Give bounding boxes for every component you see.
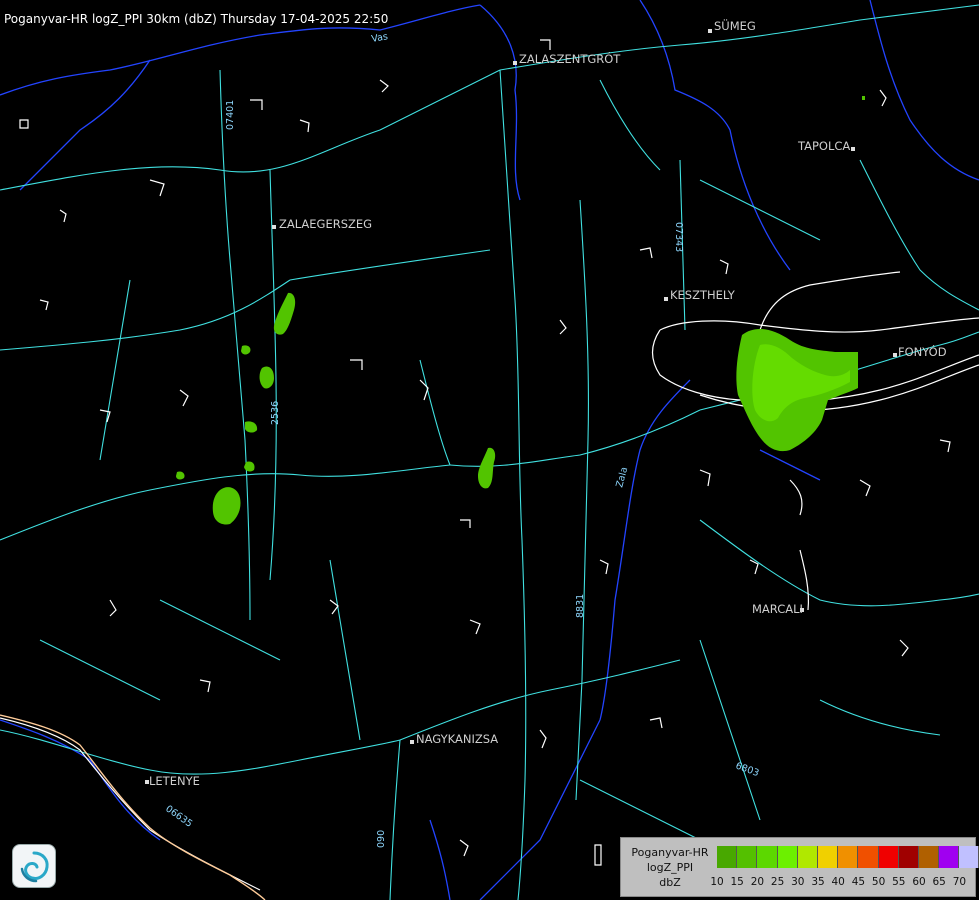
legend-unit: dbZ bbox=[659, 876, 681, 889]
road-label-06635: 06635 bbox=[163, 803, 194, 829]
road-label-8831: 8831 bbox=[575, 594, 586, 618]
city-label-sumeg: SÜMEG bbox=[714, 17, 756, 33]
echo-north-zalaegerszeg bbox=[273, 292, 296, 335]
legend-color-bar bbox=[717, 846, 979, 868]
echo-small-1 bbox=[259, 366, 274, 389]
echo-small-3 bbox=[245, 421, 258, 433]
legend-swatch bbox=[838, 846, 859, 868]
legend-swatch bbox=[878, 846, 899, 868]
legend-tick-label: 30 bbox=[791, 876, 805, 888]
legend-tick-label: 25 bbox=[770, 876, 785, 888]
legend-text: Poganyvar-HR logZ_PPI dbZ bbox=[625, 845, 715, 890]
echo-central bbox=[478, 447, 496, 489]
road-label-07401: 07401 bbox=[225, 100, 236, 130]
echo-small-5 bbox=[176, 471, 185, 480]
river-label-vas: Vas bbox=[371, 31, 389, 45]
city-label-marcali: MARCALI bbox=[752, 602, 803, 616]
legend-swatch bbox=[717, 846, 738, 868]
road-labels: Vas Zala 07343 07401 2536 8831 6803 0663… bbox=[163, 31, 760, 848]
legend-swatch bbox=[939, 846, 960, 868]
legend-tick-label: 50 bbox=[871, 876, 886, 888]
radar-map: SÜMEG ZALASZENTGRÓT TAPOLCA ZALAEGERSZEG… bbox=[0, 0, 979, 900]
legend-ticks: 10 15 20 25 30 35 40 45 50 55 60 65 70 bbox=[707, 876, 975, 890]
road-label-6803: 6803 bbox=[734, 760, 760, 779]
legend-tick-label: 20 bbox=[750, 876, 765, 888]
legend-tick-label: 65 bbox=[932, 876, 946, 888]
road-label-07343: 07343 bbox=[673, 222, 684, 252]
river-label-zala: Zala bbox=[614, 466, 630, 489]
legend-tick-label: 15 bbox=[730, 876, 744, 888]
map-title: Poganyvar-HR logZ_PPI 30km (dbZ) Thursda… bbox=[4, 12, 389, 26]
legend-swatch bbox=[757, 846, 778, 868]
legend-swatch bbox=[858, 846, 879, 868]
echo-southwest bbox=[212, 487, 241, 525]
road-label-090: 090 bbox=[376, 830, 387, 848]
legend-tick-label: 40 bbox=[831, 876, 845, 888]
city-label-letenye: LETENYE bbox=[149, 774, 200, 788]
city-label-tapolca: TAPOLCA bbox=[797, 139, 850, 153]
legend-tick-label: 10 bbox=[710, 876, 724, 888]
legend-tick-label: 70 bbox=[952, 876, 967, 888]
legend-tick-label: 35 bbox=[811, 876, 825, 888]
city-label-zalaegerszeg: ZALAEGERSZEG bbox=[279, 217, 372, 231]
legend-swatch bbox=[817, 846, 839, 868]
city-label-nagykanizsa: NAGYKANIZSA bbox=[416, 732, 498, 746]
legend-tick-label: 45 bbox=[851, 876, 866, 888]
logo-swirl bbox=[20, 851, 49, 883]
met-service-swirl-icon bbox=[12, 844, 56, 888]
legend-swatch bbox=[797, 846, 818, 868]
legend-swatch bbox=[777, 846, 798, 868]
echo-small-2 bbox=[241, 345, 251, 355]
legend-product: logZ_PPI bbox=[646, 861, 694, 874]
city-label-zalaszentgrot: ZALASZENTGRÓT bbox=[519, 51, 621, 66]
road-label-2536: 2536 bbox=[270, 401, 281, 425]
city-label-fonyod: FONYÓD bbox=[898, 344, 947, 359]
legend-swatch bbox=[959, 846, 979, 868]
radar-echoes bbox=[176, 96, 865, 525]
legend-tick-label: 60 bbox=[912, 876, 926, 888]
legend-source: Poganyvar-HR bbox=[631, 846, 709, 859]
legend: Poganyvar-HR logZ_PPI dbZ 10 15 20 25 30 35 40… bbox=[620, 837, 979, 897]
legend-swatch bbox=[737, 846, 758, 868]
legend-tick-label: 55 bbox=[892, 876, 906, 888]
echo-tapolca bbox=[862, 96, 865, 100]
city-label-keszthely: KESZTHELY bbox=[670, 288, 736, 302]
legend-swatch bbox=[918, 846, 940, 868]
legend-swatch bbox=[898, 846, 919, 868]
